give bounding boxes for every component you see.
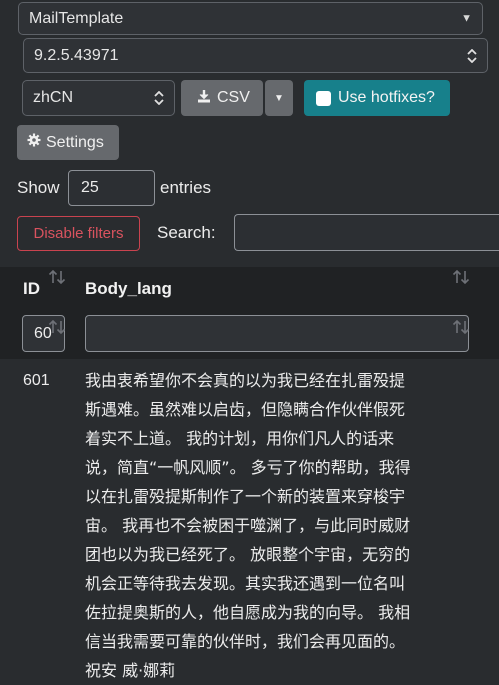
gear-icon (27, 133, 41, 152)
updown-arrows-icon (154, 91, 164, 105)
hotfixes-checkbox[interactable] (316, 90, 331, 106)
sort-icon[interactable] (452, 269, 470, 290)
caret-down-icon: ▼ (274, 92, 284, 104)
body-line: 斯遇难。虽然难以启齿，但隐瞒合作伙伴假死 (85, 400, 406, 419)
table-cell-body-lang: 我由衷希望你不会真的以为我已经在扎雷殁提 斯遇难。虽然难以启齿，但隐瞒合作伙伴假… (85, 366, 485, 685)
chevron-down-icon: ▼ (461, 12, 472, 24)
body-line: 说，简直“一帆风顺”。 多亏了你的帮助，我得 (85, 458, 411, 477)
body-line: 机会正等待我去发现。其实我还遇到一位名叫 (85, 574, 406, 593)
disable-filters-label: Disable filters (33, 225, 124, 242)
show-label: Show (17, 178, 60, 197)
settings-label: Settings (46, 133, 104, 151)
column-header-id[interactable]: ID (23, 279, 40, 299)
template-select-value: MailTemplate (29, 9, 124, 27)
csv-download-button[interactable]: CSV (181, 80, 263, 116)
body-line: 佐拉提奥斯的人，他自愿成为我的向导。 我相 (85, 603, 411, 622)
disable-filters-button[interactable]: Disable filters (17, 216, 140, 251)
updown-arrows-icon (467, 48, 477, 63)
body-line: 以在扎雷殁提斯制作了一个新的装置来穿梭宇 (85, 487, 406, 506)
version-select[interactable]: 9.2.5.43971 (23, 38, 488, 73)
sort-icon (452, 319, 470, 340)
body-line: 团也以为我已经死了。 放眼整个宇宙，无穷的 (85, 545, 411, 564)
template-select[interactable]: MailTemplate ▼ (18, 2, 483, 35)
page-length-value: 25 (81, 179, 99, 196)
sort-icon[interactable] (48, 269, 66, 290)
use-hotfixes-toggle[interactable]: Use hotfixes? (304, 80, 450, 116)
table-header: ID Body_lang 60 (0, 267, 499, 359)
search-input[interactable] (234, 214, 499, 251)
body-line: 着实不上道。 我的计划，用你们凡人的话来 (85, 429, 395, 448)
hotfixes-label: Use hotfixes? (338, 89, 435, 106)
version-select-value: 9.2.5.43971 (34, 46, 119, 64)
sort-icon (48, 319, 66, 340)
body-line: 宙。 我再也不会被困于噬渊了，与此同时威财 (85, 516, 411, 535)
settings-button[interactable]: Settings (17, 125, 119, 160)
body-line: 我由衷希望你不会真的以为我已经在扎雷殁提 (85, 371, 406, 390)
page-length-input[interactable]: 25 (68, 170, 155, 206)
body-line: 祝安 威·娜莉 (85, 661, 176, 680)
table-cell-id: 601 (23, 372, 50, 389)
body-line: 信当我需要可靠的伙伴时，我们会再见面的。 (85, 632, 406, 651)
language-select[interactable]: zhCN (22, 80, 175, 116)
language-select-value: zhCN (33, 89, 74, 106)
filter-body-lang-input[interactable] (85, 315, 469, 352)
search-label: Search: (157, 223, 216, 242)
entries-label: entries (160, 178, 212, 197)
column-header-body-lang[interactable]: Body_lang (85, 279, 172, 299)
csv-dropdown-toggle[interactable]: ▼ (265, 80, 293, 116)
download-icon (197, 89, 211, 108)
csv-button-label: CSV (217, 89, 250, 106)
